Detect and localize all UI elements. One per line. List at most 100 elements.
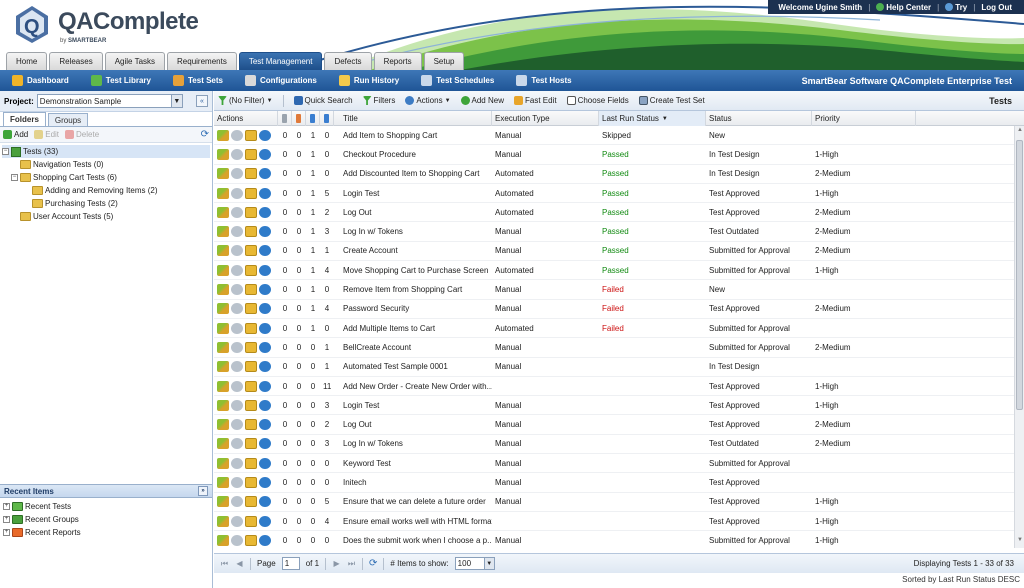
qacomplete-logo[interactable]: Q QAComplete by SMARTBEAR (12, 2, 212, 48)
table-row[interactable]: 0 0 1 0 Remove Item from Shopping Cart Manual… (214, 280, 1024, 300)
delete-folder-button[interactable]: Delete (65, 130, 99, 139)
edit-test-icon[interactable] (217, 534, 229, 546)
email-icon[interactable] (245, 399, 257, 411)
edit-test-icon[interactable] (217, 148, 229, 160)
edit-test-icon[interactable] (217, 206, 229, 218)
run-test-icon[interactable] (231, 148, 243, 160)
table-row[interactable]: 0 0 0 0 Keyword Test Manual Submitted for Appr… (214, 454, 1024, 474)
tab-test-management[interactable]: Test Management (238, 52, 323, 70)
test-title[interactable]: Add Multiple Items to Cart (334, 324, 492, 333)
subnav-test-sets[interactable]: Test Sets (161, 70, 233, 91)
email-icon[interactable] (245, 457, 257, 469)
table-row[interactable]: 0 0 0 0 Does the submit work when I choose a… (214, 531, 1024, 548)
history-icon[interactable] (259, 129, 271, 141)
scroll-up-icon[interactable]: ▲ (1015, 127, 1024, 137)
prev-page-icon[interactable]: ◀ (235, 559, 244, 568)
history-icon[interactable] (259, 361, 271, 373)
email-icon[interactable] (245, 380, 257, 392)
table-row[interactable]: 0 0 1 5 Login Test Automated Passed Test Approv… (214, 184, 1024, 204)
tree-node-user-account[interactable]: User Account Tests (5) (2, 210, 210, 223)
test-title[interactable]: Create Account (334, 246, 492, 255)
try-link[interactable]: Try (945, 3, 967, 12)
tab-reports[interactable]: Reports (373, 52, 422, 70)
edit-test-icon[interactable] (217, 419, 229, 431)
run-test-icon[interactable] (231, 341, 243, 353)
history-icon[interactable] (259, 457, 271, 469)
test-title[interactable]: Add Discounted Item to Shopping Cart (334, 169, 492, 178)
run-test-icon[interactable] (231, 399, 243, 411)
table-row[interactable]: 0 0 1 1 Create Account Manual Passed Submitted … (214, 242, 1024, 262)
history-icon[interactable] (259, 419, 271, 431)
test-title[interactable]: Checkout Procedure (334, 150, 492, 159)
filter-select-button[interactable]: (No Filter) ▼ (218, 96, 273, 105)
email-icon[interactable] (245, 226, 257, 238)
run-test-icon[interactable] (231, 380, 243, 392)
email-icon[interactable] (245, 322, 257, 334)
email-icon[interactable] (245, 148, 257, 160)
edit-test-icon[interactable] (217, 515, 229, 527)
last-page-icon[interactable]: ⏭ (347, 559, 356, 568)
run-test-icon[interactable] (231, 457, 243, 469)
table-row[interactable]: 0 0 1 4 Password Security Manual Failed Test Ap… (214, 300, 1024, 319)
test-title[interactable]: BellCreate Account (334, 343, 492, 352)
tab-agile-tasks[interactable]: Agile Tasks (104, 52, 166, 70)
edit-test-icon[interactable] (217, 168, 229, 180)
edit-test-icon[interactable] (217, 399, 229, 411)
expand-icon[interactable]: + (3, 503, 10, 510)
table-row[interactable]: 0 0 0 0 Initech Manual Test Approved (214, 473, 1024, 493)
history-icon[interactable] (259, 284, 271, 296)
col-comments[interactable] (292, 111, 306, 126)
test-title[interactable]: Log In w/ Tokens (334, 227, 492, 236)
quick-search-button[interactable]: Quick Search (293, 96, 353, 105)
history-icon[interactable] (259, 245, 271, 257)
actions-button[interactable]: Actions ▼ (405, 96, 451, 105)
table-row[interactable]: 0 0 0 2 Log Out Manual Test Approved 2-Medium (214, 415, 1024, 435)
email-icon[interactable] (245, 438, 257, 450)
history-icon[interactable] (259, 496, 271, 508)
tab-groups[interactable]: Groups (47, 113, 89, 126)
collapse-icon[interactable]: − (2, 148, 9, 155)
expand-icon[interactable]: + (3, 529, 10, 536)
col-actions[interactable]: Actions (214, 111, 278, 126)
expand-icon[interactable]: + (3, 516, 10, 523)
subnav-test-schedules[interactable]: Test Schedules (409, 70, 504, 91)
table-row[interactable]: 0 0 1 2 Log Out Automated Passed Test Approved 2… (214, 203, 1024, 223)
email-icon[interactable] (245, 245, 257, 257)
email-icon[interactable] (245, 129, 257, 141)
edit-test-icon[interactable] (217, 245, 229, 257)
table-row[interactable]: 0 0 1 4 Move Shopping Cart to Purchase Scree… (214, 261, 1024, 281)
col-execution-type[interactable]: Execution Type (492, 111, 599, 126)
tree-node-tests[interactable]: − Tests (33) (2, 145, 210, 158)
edit-test-icon[interactable] (217, 496, 229, 508)
table-row[interactable]: 0 0 1 0 Add Multiple Items to Cart Automated F… (214, 319, 1024, 339)
test-title[interactable]: Log Out (334, 208, 492, 217)
run-test-icon[interactable] (231, 206, 243, 218)
col-steps[interactable] (320, 111, 334, 126)
history-icon[interactable] (259, 515, 271, 527)
edit-test-icon[interactable] (217, 303, 229, 315)
add-folder-button[interactable]: Add (3, 130, 28, 139)
edit-test-icon[interactable] (217, 322, 229, 334)
test-title[interactable]: Does the submit work when I choose a p..… (334, 536, 492, 545)
run-test-icon[interactable] (231, 419, 243, 431)
choose-fields-button[interactable]: Choose Fields (566, 96, 629, 105)
col-status[interactable]: Status (706, 111, 812, 126)
history-icon[interactable] (259, 148, 271, 160)
collapse-panel-button[interactable]: « (196, 95, 208, 107)
table-row[interactable]: 0 0 0 1 BellCreate Account Manual Submitted fo… (214, 338, 1024, 358)
subnav-run-history[interactable]: Run History (327, 70, 409, 91)
test-title[interactable]: Move Shopping Cart to Purchase Screen (334, 266, 492, 275)
edit-folder-button[interactable]: Edit (34, 130, 59, 139)
email-icon[interactable] (245, 476, 257, 488)
email-icon[interactable] (245, 496, 257, 508)
history-icon[interactable] (259, 534, 271, 546)
edit-test-icon[interactable] (217, 341, 229, 353)
email-icon[interactable] (245, 264, 257, 276)
email-icon[interactable] (245, 515, 257, 527)
history-icon[interactable] (259, 322, 271, 334)
scrollbar-thumb[interactable] (1016, 140, 1023, 410)
email-icon[interactable] (245, 534, 257, 546)
filters-button[interactable]: Filters (362, 96, 395, 105)
table-row[interactable]: 0 0 0 3 Login Test Manual Test Approved 1-High (214, 396, 1024, 416)
run-test-icon[interactable] (231, 264, 243, 276)
